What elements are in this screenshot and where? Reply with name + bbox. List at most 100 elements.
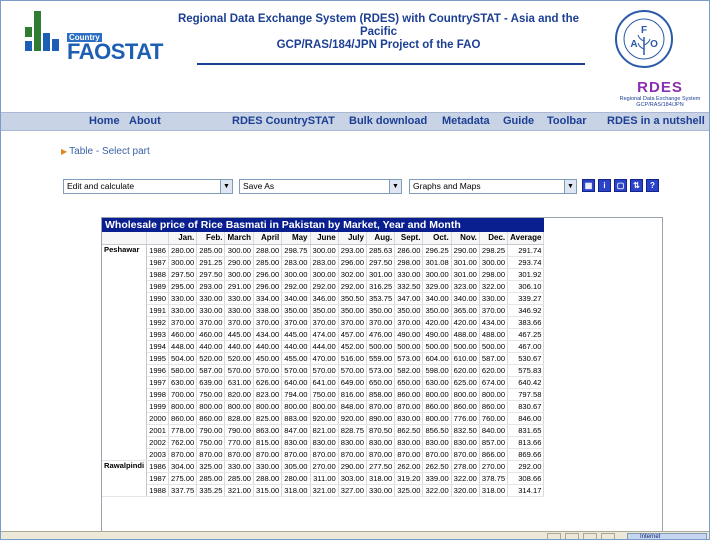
price-cell: 440.00: [281, 340, 311, 353]
status-segment: [583, 533, 597, 539]
price-cell: 296.00: [253, 280, 283, 293]
price-cell: 325.00: [394, 484, 424, 497]
price-cell: 857.00: [479, 436, 509, 449]
price-cell: 370.00: [366, 316, 396, 329]
breadcrumb[interactable]: ▶ Table - Select part: [61, 146, 150, 157]
price-cell: 800.00: [281, 400, 311, 413]
price-cell: 794.00: [281, 388, 311, 401]
price-cell: 350.00: [366, 304, 396, 317]
price-cell: 444.00: [310, 340, 339, 353]
nav-metadata[interactable]: Metadata: [442, 115, 490, 127]
price-cell: 870.00: [366, 400, 396, 413]
price-cell: 598.00: [422, 364, 452, 377]
svg-text:F: F: [641, 25, 647, 36]
internet-zone: Internet: [627, 533, 707, 539]
price-cell: 308.66: [507, 472, 545, 485]
table-caption: Wholesale price of Rice Basmati in Pakis…: [102, 218, 544, 232]
price-cell: 286.00: [394, 244, 424, 257]
price-cell: 340.00: [451, 292, 480, 305]
price-cell: 488.00: [451, 328, 480, 341]
chevron-down-icon[interactable]: ▼: [220, 180, 232, 193]
price-cell: 319.20: [394, 472, 424, 485]
price-cell: 800.00: [422, 412, 452, 425]
price-cell: 440.00: [196, 340, 226, 353]
nav-rdes-countrystat[interactable]: RDES CountrySTAT: [232, 115, 335, 127]
price-cell: 570.00: [338, 364, 367, 377]
price-cell: 316.25: [366, 280, 396, 293]
price-cell: 301.00: [451, 256, 480, 269]
edit-calculate-select[interactable]: Edit and calculate ▼: [63, 179, 233, 194]
status-segment: [565, 533, 579, 539]
price-cell: 641.00: [310, 376, 339, 389]
price-cell: 760.00: [479, 412, 509, 425]
column-header: Nov.: [451, 232, 480, 245]
column-header: July: [338, 232, 367, 245]
price-cell: 339.00: [422, 472, 452, 485]
price-cell: 350.00: [338, 304, 367, 317]
price-cell: 870.00: [253, 448, 283, 461]
price-cell: 370.00: [253, 316, 283, 329]
price-cell: 474.00: [310, 328, 339, 341]
price-cell: 500.00: [422, 340, 452, 353]
price-cell: 604.00: [422, 352, 452, 365]
price-cell: 776.00: [451, 412, 480, 425]
price-cell: 848.00: [338, 400, 367, 413]
nav-bulk-download[interactable]: Bulk download: [349, 115, 427, 127]
print-icon[interactable]: ▢: [614, 179, 627, 192]
price-cell: 370.00: [394, 316, 424, 329]
price-cell: 350.00: [310, 304, 339, 317]
page-title: Regional Data Exchange System (RDES) wit…: [176, 13, 581, 52]
price-cell: 297.50: [196, 268, 226, 281]
price-cell: 320.00: [451, 484, 480, 497]
price-cell: 300.00: [479, 256, 509, 269]
price-cell: 285.63: [366, 244, 396, 257]
table-row: 2001 778.00 790.00 790.00 863.00 847.00 821.00…: [102, 424, 545, 437]
year-cell: 2001: [146, 424, 169, 437]
price-cell: 800.00: [422, 388, 452, 401]
nav-about[interactable]: About: [129, 115, 161, 127]
nav-home[interactable]: Home: [89, 115, 120, 127]
price-cell: 301.00: [451, 268, 480, 281]
help-icon[interactable]: ?: [646, 179, 659, 192]
table-row: 1997 630.00 639.00 631.00 626.00 640.00 641.00…: [102, 376, 545, 389]
save-as-select[interactable]: Save As ▼: [239, 179, 402, 194]
chevron-down-icon[interactable]: ▼: [564, 180, 576, 193]
year-cell: 1986: [146, 460, 169, 473]
price-cell: 302.00: [338, 268, 367, 281]
price-cell: 340.00: [422, 292, 452, 305]
nav-guide[interactable]: Guide: [503, 115, 534, 127]
column-header: March: [224, 232, 255, 245]
nav-toolbar[interactable]: Toolbar: [547, 115, 587, 127]
price-cell: 285.00: [253, 256, 283, 269]
price-cell: 821.00: [310, 424, 339, 437]
graphs-maps-select[interactable]: Graphs and Maps ▼: [409, 179, 577, 194]
year-cell: 1988: [146, 484, 169, 497]
price-cell: 476.00: [366, 328, 396, 341]
price-cell: 301.00: [366, 268, 396, 281]
price-cell: 306.10: [507, 280, 545, 293]
price-cell: 610.00: [451, 352, 480, 365]
pivot-icon[interactable]: ⇅: [630, 179, 643, 192]
price-cell: 296.00: [338, 256, 367, 269]
table-row: 1987 300.00 291.25 290.00 285.00 283.00 283.00…: [102, 256, 545, 269]
price-cell: 870.00: [310, 448, 339, 461]
column-header: Average: [507, 232, 545, 245]
header-year: [146, 232, 169, 245]
year-cell: 2000: [146, 412, 169, 425]
chevron-down-icon[interactable]: ▼: [389, 180, 401, 193]
price-cell: 452.00: [338, 340, 367, 353]
price-cell: 346.92: [507, 304, 545, 317]
price-cell: 434.00: [479, 316, 509, 329]
table-icon[interactable]: ▦: [582, 179, 595, 192]
main-nav: Home About RDES CountrySTAT Bulk downloa…: [1, 112, 709, 131]
price-cell: 830.00: [451, 436, 480, 449]
price-cell: 700.00: [168, 388, 198, 401]
title-divider: [197, 63, 585, 65]
price-cell: 800.00: [224, 400, 255, 413]
info-icon[interactable]: i: [598, 179, 611, 192]
price-cell: 467.00: [507, 340, 545, 353]
edit-calculate-value: Edit and calculate: [67, 181, 135, 191]
price-cell: 300.00: [168, 256, 198, 269]
nav-rdes-nutshell[interactable]: RDES in a nutshell: [607, 115, 705, 127]
countrystat-logo[interactable]: Country FAOSTAT: [25, 11, 173, 71]
